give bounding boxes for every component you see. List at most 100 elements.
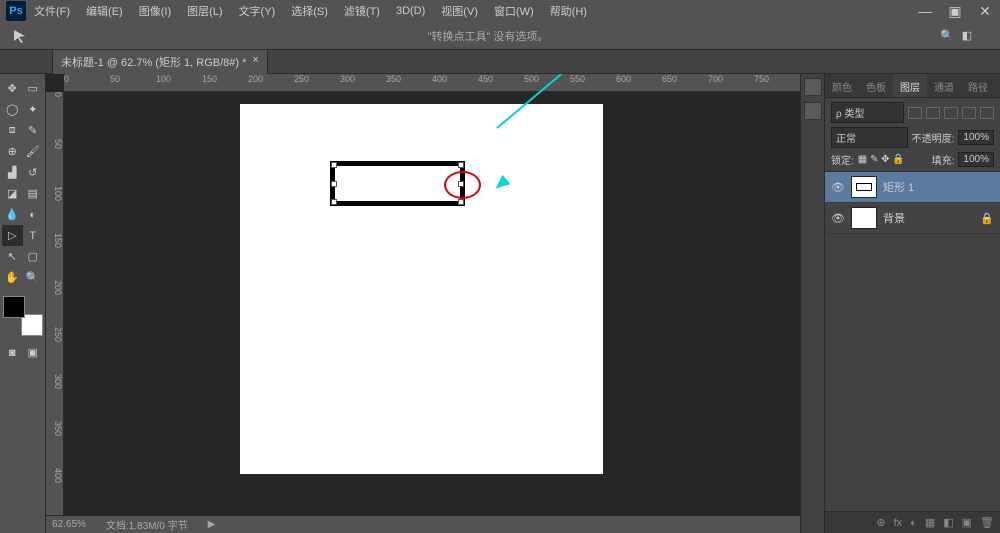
artboard-tool[interactable]: ▭ <box>23 78 44 99</box>
right-panels: 颜色 色板 图层 通道 路径 ρ 类型 正常 不透明度: 100 <box>800 74 1000 533</box>
quickmask-tool[interactable]: ◙ <box>2 342 23 363</box>
gradient-tool[interactable]: ▤ <box>23 183 44 204</box>
tab-layers[interactable]: 图层 <box>893 74 927 97</box>
doc-size: 文档:1.83M/0 字节 <box>106 517 188 532</box>
lasso-tool[interactable]: ◯ <box>2 99 23 120</box>
search-icon[interactable]: 🔍 <box>940 29 954 42</box>
filter-icon[interactable] <box>926 107 940 119</box>
window-close[interactable]: ✕ <box>970 3 1000 20</box>
trash-icon[interactable]: 🗑 <box>980 516 994 529</box>
toolbox: ✥▭ ◯✦ ⧈✎ ⊕🖌 ▟↺ ◪▤ 💧◐ ▷T ↖▢ ✋🔍 ◙▣ <box>0 74 46 533</box>
foreground-color[interactable] <box>3 296 25 318</box>
fill-value[interactable]: 100% <box>958 152 994 167</box>
layer-name[interactable]: 矩形 1 <box>883 179 914 195</box>
tab-swatches[interactable]: 色板 <box>859 74 893 97</box>
tab-channels[interactable]: 通道 <box>927 74 961 97</box>
screenmode-tool[interactable]: ▣ <box>23 342 44 363</box>
transform-handle[interactable] <box>331 162 337 168</box>
transform-handle[interactable] <box>458 199 464 205</box>
transform-handle[interactable] <box>331 199 337 205</box>
menu-type[interactable]: 文字(Y) <box>231 3 284 19</box>
visibility-icon[interactable]: 👁 <box>831 212 845 225</box>
path-select-tool[interactable]: ↖ <box>2 246 23 267</box>
history-brush-tool[interactable]: ↺ <box>23 162 44 183</box>
app-logo: Ps <box>6 1 26 21</box>
document-tabs: 未标题-1 @ 62.7% (矩形 1, RGB/8#) * × <box>0 50 1000 74</box>
layer-name[interactable]: 背景 <box>883 210 905 226</box>
new-layer-icon[interactable]: ▣ <box>962 516 972 529</box>
options-message: "转换点工具" 没有选项。 <box>36 28 940 44</box>
eyedropper-tool[interactable]: ✎ <box>23 120 44 141</box>
heal-tool[interactable]: ⊕ <box>2 141 23 162</box>
tab-color[interactable]: 颜色 <box>825 74 859 97</box>
blend-mode[interactable]: 正常 <box>831 127 908 148</box>
menu-file[interactable]: 文件(F) <box>26 3 78 19</box>
dock-icon[interactable] <box>804 102 822 120</box>
link-layers-icon[interactable]: ⊕ <box>876 516 885 529</box>
window-minimize[interactable]: — <box>910 3 940 19</box>
layer-row[interactable]: 👁 矩形 1 <box>825 172 1000 203</box>
filter-icon[interactable] <box>944 107 958 119</box>
panel-dock <box>801 74 825 533</box>
adjustment-icon[interactable]: ▦ <box>925 516 935 529</box>
tab-close[interactable]: × <box>252 54 258 70</box>
color-swatches[interactable] <box>3 296 43 336</box>
fill-label: 填充: <box>932 152 955 167</box>
stamp-tool[interactable]: ▟ <box>2 162 23 183</box>
workspace-icon[interactable]: ◧ <box>962 29 972 42</box>
layer-kind-filter[interactable]: ρ 类型 <box>831 102 904 123</box>
visibility-icon[interactable]: 👁 <box>831 181 845 194</box>
current-tool-icon[interactable] <box>6 26 36 46</box>
brush-tool[interactable]: 🖌 <box>23 141 44 162</box>
menu-image[interactable]: 图像(I) <box>131 3 179 19</box>
filter-icon[interactable] <box>980 107 994 119</box>
opacity-value[interactable]: 100% <box>958 130 994 145</box>
move-tool[interactable]: ✥ <box>2 78 23 99</box>
group-icon[interactable]: ◧ <box>943 516 953 529</box>
transform-handle[interactable] <box>331 181 337 187</box>
menu-window[interactable]: 窗口(W) <box>486 3 542 19</box>
fx-icon[interactable]: fx <box>894 517 903 529</box>
status-arrow-icon[interactable]: ▶ <box>208 519 216 530</box>
annotation-arrow-head <box>492 175 510 193</box>
dock-icon[interactable] <box>804 78 822 96</box>
menu-3d[interactable]: 3D(D) <box>388 5 433 17</box>
layer-list: 👁 矩形 1 👁 背景 🔒 <box>825 172 1000 511</box>
shape-tool[interactable]: ▢ <box>23 246 44 267</box>
tab-title: 未标题-1 @ 62.7% (矩形 1, RGB/8#) * <box>61 54 246 70</box>
zoom-tool[interactable]: 🔍 <box>23 267 44 288</box>
wand-tool[interactable]: ✦ <box>23 99 44 120</box>
eraser-tool[interactable]: ◪ <box>2 183 23 204</box>
menu-edit[interactable]: 编辑(E) <box>78 3 131 19</box>
blur-tool[interactable]: 💧 <box>2 204 23 225</box>
window-maximize[interactable]: ▣ <box>940 3 970 20</box>
mask-icon[interactable]: ◐ <box>910 517 917 529</box>
dodge-tool[interactable]: ◐ <box>23 204 44 225</box>
layer-footer: ⊕ fx ◐ ▦ ◧ ▣ 🗑 <box>825 511 1000 533</box>
ruler-vertical: 050100150200250300350400 <box>46 92 64 515</box>
pen-tool[interactable]: ▷ <box>2 225 23 246</box>
layer-row[interactable]: 👁 背景 🔒 <box>825 203 1000 234</box>
canvas[interactable] <box>240 104 603 474</box>
layer-thumbnail[interactable] <box>851 207 877 229</box>
menu-select[interactable]: 选择(S) <box>283 3 336 19</box>
filter-icon[interactable] <box>962 107 976 119</box>
lock-label: 锁定: <box>831 152 854 167</box>
crop-tool[interactable]: ⧈ <box>2 120 23 141</box>
hand-tool[interactable]: ✋ <box>2 267 23 288</box>
document-tab[interactable]: 未标题-1 @ 62.7% (矩形 1, RGB/8#) * × <box>52 49 268 74</box>
transform-handle[interactable] <box>458 162 464 168</box>
document-area: 0501001502002503003504004505005506006507… <box>46 74 800 533</box>
menu-filter[interactable]: 滤镜(T) <box>336 3 388 19</box>
type-tool[interactable]: T <box>23 225 44 246</box>
ruler-horizontal: 0501001502002503003504004505005506006507… <box>64 74 800 92</box>
menu-layer[interactable]: 图层(L) <box>179 3 230 19</box>
lock-icon[interactable]: ▦ ✎ ✥ 🔒 <box>858 154 905 165</box>
opacity-label: 不透明度: <box>912 130 955 145</box>
menu-view[interactable]: 视图(V) <box>433 3 486 19</box>
filter-icon[interactable] <box>908 107 922 119</box>
zoom-level[interactable]: 62.65% <box>52 519 86 530</box>
layer-thumbnail[interactable] <box>851 176 877 198</box>
tab-paths[interactable]: 路径 <box>961 74 995 97</box>
menu-help[interactable]: 帮助(H) <box>542 3 595 19</box>
